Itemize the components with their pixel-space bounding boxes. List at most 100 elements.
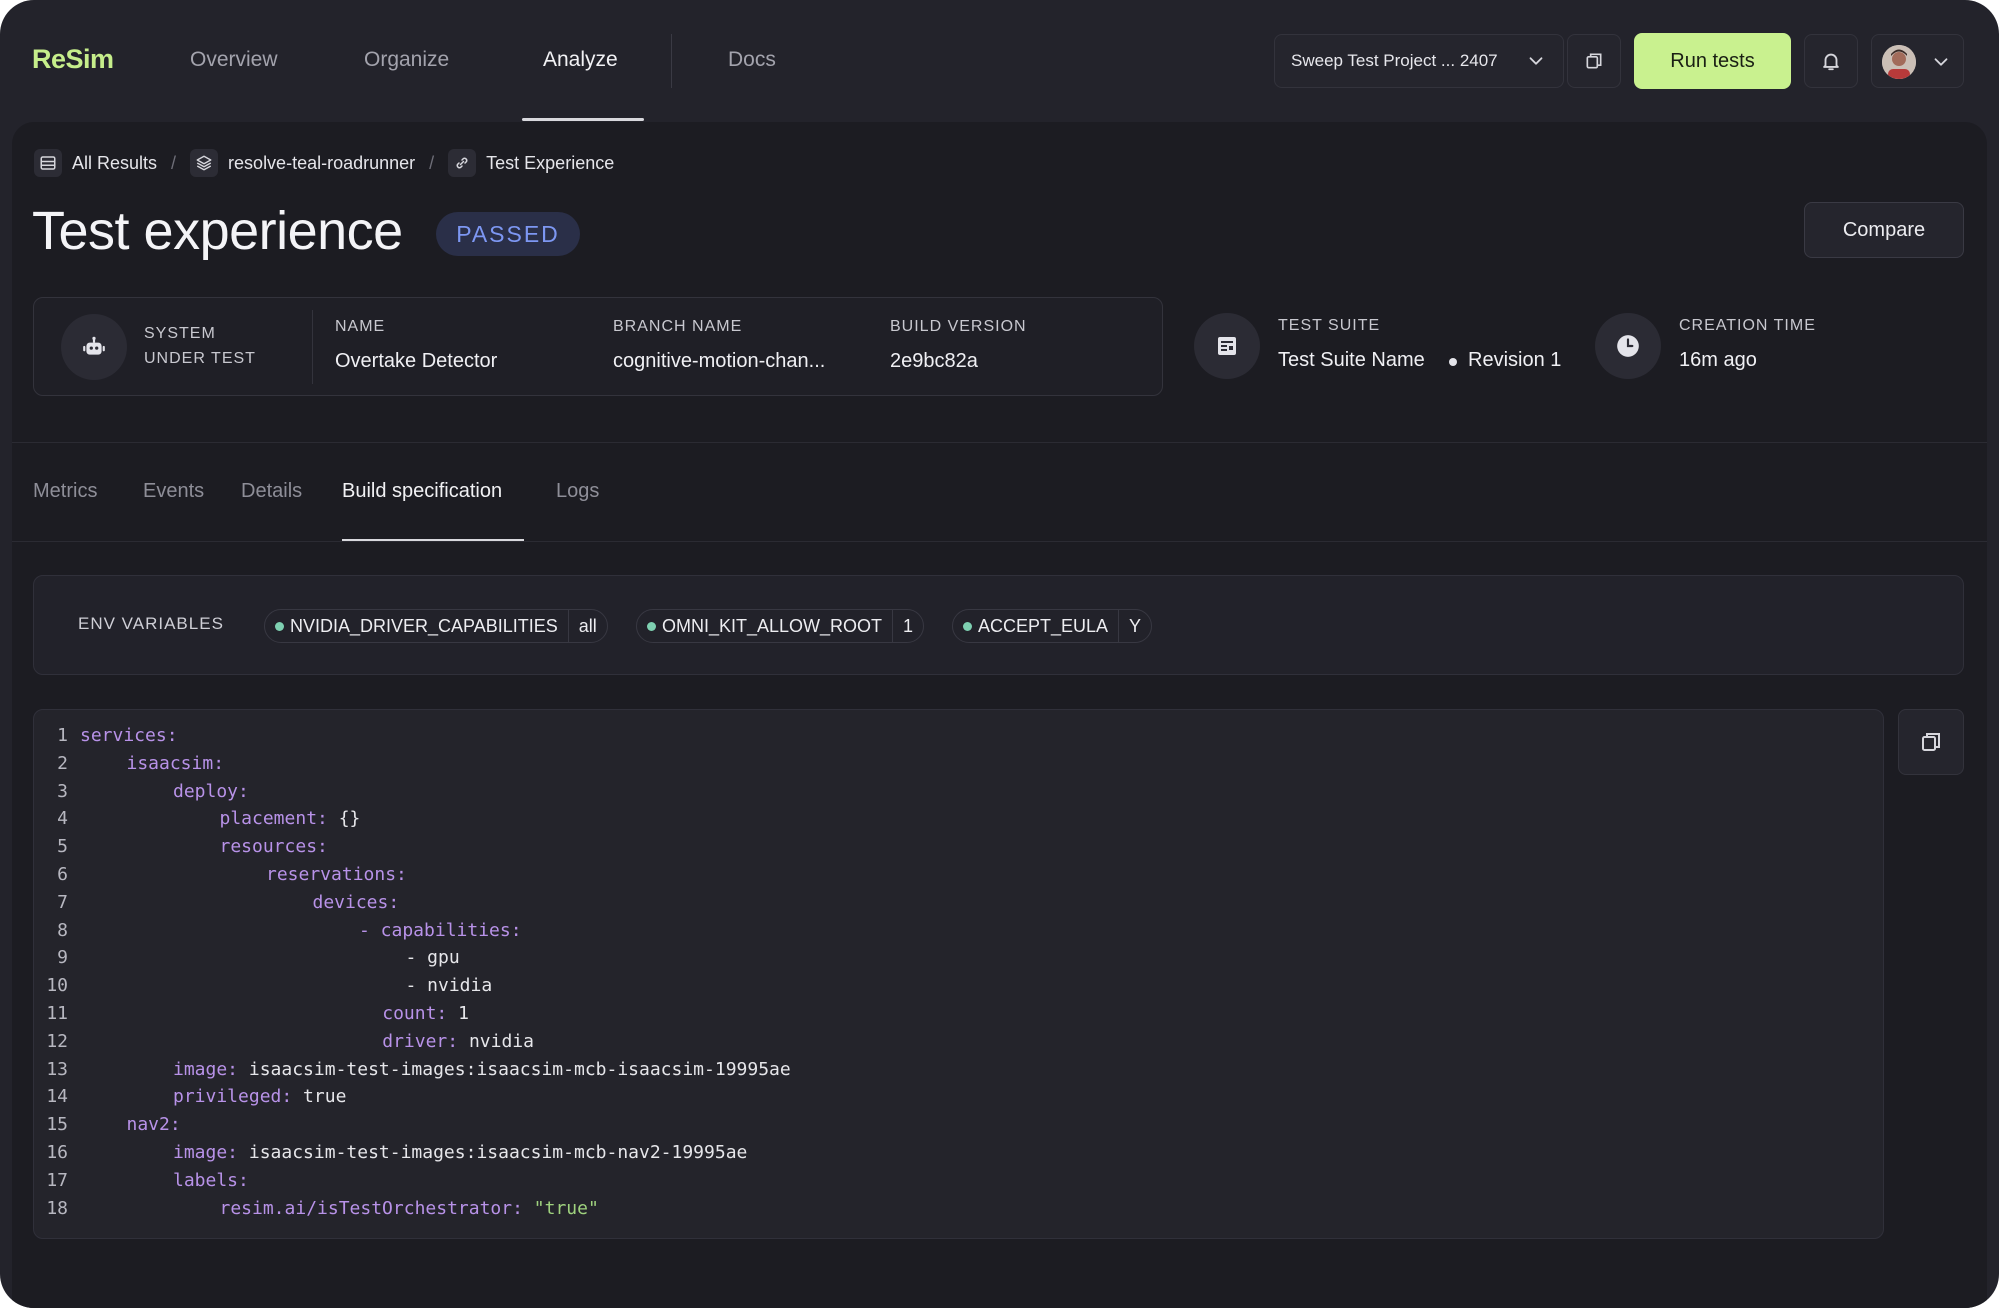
env-chip: NVIDIA_DRIVER_CAPABILITIES all (264, 609, 608, 643)
code-line: 11 count: 1 (34, 1000, 1883, 1028)
test-suite-name[interactable]: Test Suite Name (1278, 349, 1425, 372)
code-line: 1 services: (34, 722, 1883, 750)
name-value: Overtake Detector (335, 350, 498, 372)
notifications-button[interactable] (1804, 34, 1858, 88)
run-tests-button[interactable]: Run tests (1634, 33, 1791, 89)
breadcrumb-all-results[interactable]: All Results (72, 153, 157, 174)
code-text: - nvidia (405, 975, 493, 997)
creation-time-label: CREATION TIME (1679, 317, 1816, 334)
status-badge: PASSED (436, 212, 580, 256)
copy-project-button[interactable] (1567, 34, 1621, 88)
copy-icon (1922, 733, 1940, 751)
tab-logs[interactable]: Logs (556, 480, 599, 503)
line-number: 3 (57, 780, 68, 802)
system-under-test-label-2: UNDER TEST (144, 350, 256, 367)
line-number: 15 (46, 1114, 68, 1136)
line-number: 10 (46, 975, 68, 997)
build-version-label: BUILD VERSION (890, 318, 1027, 335)
code-text: placement: {} (219, 808, 361, 830)
test-suite-icon (1194, 313, 1260, 379)
experience-meta-card: SYSTEM UNDER TEST NAME Overtake Detector… (33, 297, 1163, 396)
compare-button[interactable]: Compare (1804, 202, 1964, 258)
code-text: privileged: true (173, 1086, 347, 1108)
env-chip: OMNI_KIT_ALLOW_ROOT 1 (636, 609, 925, 643)
test-suite-label: TEST SUITE (1278, 317, 1381, 334)
suite-separator-dot (1449, 358, 1457, 366)
link-icon (448, 149, 477, 177)
code-text: reservations: (266, 863, 407, 885)
code-text: - gpu (405, 947, 460, 969)
code-line: 7 devices: (34, 889, 1883, 917)
code-text: driver: nvidia (382, 1030, 534, 1052)
env-value: all (567, 610, 607, 642)
bell-icon (1823, 53, 1839, 71)
line-number: 18 (46, 1197, 68, 1219)
env-variables-label: ENV VARIABLES (78, 614, 224, 633)
breadcrumb-separator: / (171, 152, 177, 173)
nav-divider (671, 34, 672, 88)
content-panel: All Results / resolve-teal-roadrunner / … (12, 122, 1987, 1308)
app-window: ReSim Overview Organize Analyze Docs Swe… (0, 0, 1999, 1308)
page-title: Test experience (32, 201, 403, 261)
chevron-down-icon (1529, 57, 1543, 65)
code-line: 12 driver: nvidia (34, 1028, 1883, 1056)
tab-build-specification[interactable]: Build specification (342, 480, 502, 503)
line-number: 2 (57, 752, 68, 774)
creation-time-value: 16m ago (1679, 349, 1757, 371)
branch-label: BRANCH NAME (613, 318, 743, 335)
code-text: - capabilities: (359, 919, 522, 941)
breadcrumb-batch[interactable]: resolve-teal-roadrunner (228, 153, 415, 174)
line-number: 11 (46, 1002, 68, 1024)
meta-divider (312, 310, 313, 384)
test-suite-revision: Revision 1 (1468, 349, 1562, 371)
project-select[interactable]: Sweep Test Project ... 2407 (1274, 34, 1564, 88)
copy-icon (1586, 53, 1602, 69)
avatar (1882, 45, 1916, 79)
section-divider (12, 442, 1987, 443)
logo[interactable]: ReSim (32, 44, 114, 75)
code-line: 14 privileged: true (34, 1083, 1883, 1111)
line-number: 12 (46, 1030, 68, 1052)
code-line: 3 deploy: (34, 778, 1883, 806)
results-icon (34, 149, 62, 177)
tab-events[interactable]: Events (143, 480, 204, 503)
user-menu[interactable] (1871, 34, 1964, 88)
project-select-value: Sweep Test Project ... 2407 (1291, 51, 1498, 70)
nav-overview[interactable]: Overview (190, 48, 278, 72)
code-line: 10 - nvidia (34, 972, 1883, 1000)
env-key: NVIDIA_DRIVER_CAPABILITIES (290, 615, 558, 636)
code-line: 6 reservations: (34, 861, 1883, 889)
line-number: 17 (46, 1169, 68, 1191)
copy-code-button[interactable] (1898, 709, 1964, 775)
code-line: 15 nav2: (34, 1111, 1883, 1139)
name-label: NAME (335, 318, 386, 335)
code-text: labels: (173, 1169, 249, 1191)
env-dot (963, 621, 972, 631)
line-number: 14 (46, 1086, 68, 1108)
code-text: isaacsim: (126, 752, 225, 774)
code-text: nav2: (126, 1114, 181, 1136)
breadcrumb: All Results / resolve-teal-roadrunner / … (34, 148, 614, 178)
nav-analyze[interactable]: Analyze (543, 48, 618, 72)
code-text: count: 1 (382, 1002, 469, 1024)
line-number: 8 (57, 919, 68, 941)
tab-details[interactable]: Details (241, 480, 302, 503)
code-text: devices: (312, 891, 400, 913)
build-spec-code-block[interactable]: 1 services: 2 isaacsim: 3 deploy: 4 placement: … (33, 709, 1884, 1239)
code-text: services: (80, 725, 178, 746)
line-number: 9 (57, 947, 68, 969)
code-line: 9 - gpu (34, 944, 1883, 972)
code-line: 2 isaacsim: (34, 750, 1883, 778)
chevron-down-icon (1934, 58, 1948, 66)
breadcrumb-test-experience: Test Experience (486, 152, 615, 173)
line-number: 13 (46, 1058, 68, 1080)
code-line: 5 resources: (34, 833, 1883, 861)
code-line: 18 resim.ai/isTestOrchestrator: "true" (34, 1195, 1883, 1223)
line-number: 5 (57, 836, 68, 858)
nav-docs[interactable]: Docs (728, 48, 776, 72)
env-key: OMNI_KIT_ALLOW_ROOT (662, 615, 883, 636)
line-number: 4 (57, 808, 68, 830)
nav-organize[interactable]: Organize (364, 48, 449, 72)
system-under-test-label: SYSTEM (144, 325, 216, 342)
tab-metrics[interactable]: Metrics (33, 480, 97, 503)
